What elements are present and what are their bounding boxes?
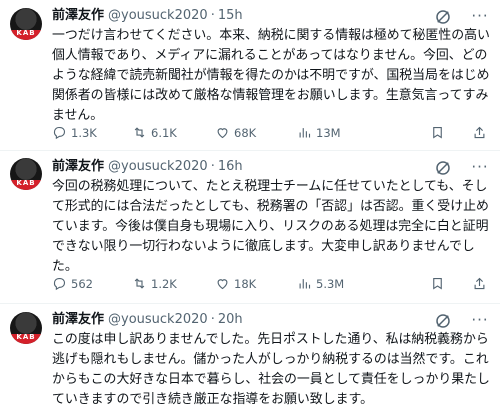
repost-count: 1.2K: [151, 277, 177, 291]
tweet-2[interactable]: KAB 前澤友作 @yousuck2020 · 16h ··· 今回の税務処理について…: [0, 151, 500, 301]
tweet-3[interactable]: KAB 前澤友作 @yousuck2020 · 20h ··· この度は申し訳ありませ…: [0, 304, 500, 412]
reply-count: 1.3K: [71, 126, 97, 140]
views-count: 5.3M: [316, 277, 345, 291]
repost-icon: [134, 127, 145, 138]
views-count: 13M: [316, 126, 341, 140]
avatar-text: KAB: [16, 333, 36, 341]
tweet-text: 一つだけ言わせてください。本来、納税に関する情報は極めて秘匿性の高い個人情報であ…: [52, 28, 490, 123]
avatar[interactable]: KAB: [10, 8, 42, 40]
share-icon[interactable]: [472, 125, 487, 141]
bookmark-icon[interactable]: [430, 125, 445, 141]
like-count: 68K: [234, 126, 257, 140]
repost-count: 6.1K: [151, 126, 177, 140]
separator-dot: ·: [210, 8, 215, 23]
author-handle[interactable]: @yousuck2020: [108, 312, 208, 327]
like-button[interactable]: 18K: [215, 276, 256, 292]
author-handle[interactable]: @yousuck2020: [108, 8, 208, 23]
tweet-text: 今回の税務処理について、たとえ税理士チームに任せていたとしても、そして形式的には…: [52, 179, 489, 274]
reply-button[interactable]: 1.3K: [52, 125, 97, 141]
bookmark-icon[interactable]: [430, 276, 445, 292]
tweet-actions: 1.3K 6.1K 68K 13M: [52, 125, 492, 141]
views-button[interactable]: 5.3M: [297, 276, 344, 292]
tweet-1[interactable]: KAB 前澤友作 @yousuck2020 · 15h ··· 一つだけ言わせてくださ…: [0, 0, 500, 150]
tweet-actions: 562 1.2K 18K 5.3M: [52, 276, 492, 292]
author-name[interactable]: 前澤友作: [52, 312, 104, 327]
like-count: 18K: [234, 277, 257, 291]
views-icon: [299, 128, 311, 138]
more-icon[interactable]: ···: [470, 7, 490, 25]
avatar-text: KAB: [16, 29, 36, 37]
timestamp[interactable]: 16h: [218, 159, 243, 174]
timestamp[interactable]: 15h: [218, 8, 243, 23]
views-button[interactable]: 13M: [297, 125, 341, 141]
more-icon[interactable]: ···: [470, 311, 490, 329]
reply-icon: [53, 126, 66, 140]
repost-icon: [134, 278, 145, 289]
more-icon[interactable]: ···: [470, 158, 490, 176]
grok-icon[interactable]: [434, 159, 452, 177]
reply-count: 562: [71, 277, 93, 291]
tweet-header: 前澤友作 @yousuck2020 · 20h: [52, 311, 243, 329]
timestamp[interactable]: 20h: [218, 312, 243, 327]
repost-button[interactable]: 1.2K: [132, 276, 177, 292]
like-button[interactable]: 68K: [215, 125, 256, 141]
separator-dot: ·: [210, 159, 215, 174]
reply-icon: [53, 277, 66, 291]
tweet-header: 前澤友作 @yousuck2020 · 15h: [52, 7, 243, 25]
like-icon: [217, 279, 228, 290]
tweet-text: この度は申し訳ありませんでした。先日ポストした通り、私は納税義務から逃げも隠れも…: [52, 332, 490, 407]
avatar-text: KAB: [16, 179, 36, 187]
author-name[interactable]: 前澤友作: [52, 159, 104, 174]
author-handle[interactable]: @yousuck2020: [108, 159, 208, 174]
grok-icon[interactable]: [434, 8, 452, 26]
avatar[interactable]: KAB: [10, 158, 42, 190]
separator-dot: ·: [210, 312, 215, 327]
reply-button[interactable]: 562: [52, 276, 93, 292]
like-icon: [217, 128, 228, 139]
avatar[interactable]: KAB: [10, 312, 42, 344]
views-icon: [299, 279, 311, 289]
author-name[interactable]: 前澤友作: [52, 8, 104, 23]
share-icon[interactable]: [472, 276, 487, 292]
repost-button[interactable]: 6.1K: [132, 125, 177, 141]
tweet-header: 前澤友作 @yousuck2020 · 16h: [52, 158, 243, 176]
grok-icon[interactable]: [434, 312, 452, 330]
